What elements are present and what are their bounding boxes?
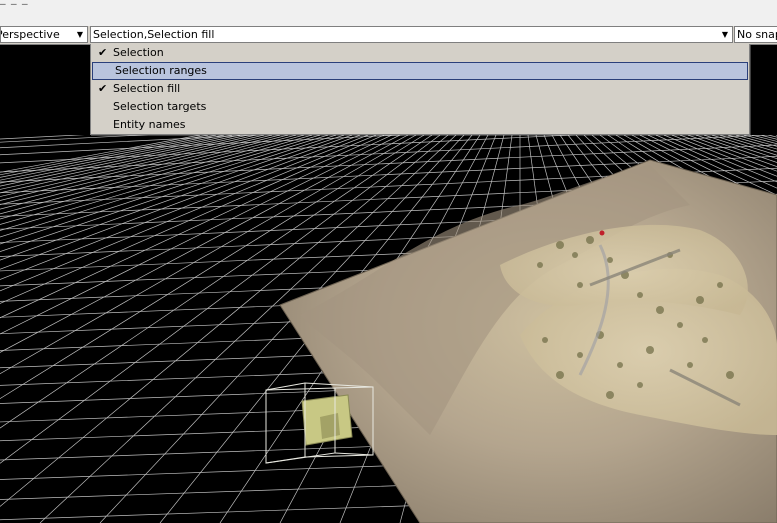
dropdown-item-label: Selection	[113, 46, 164, 59]
chevron-down-icon[interactable]: ▼	[722, 27, 728, 42]
window-title-bar: _ _ _	[0, 0, 777, 27]
display-options-dropdown: ✔ Selection Selection ranges ✔ Selection…	[90, 44, 750, 135]
grid-line	[0, 135, 329, 238]
dropdown-item-selection-ranges[interactable]: Selection ranges	[92, 62, 748, 80]
terrain-mesh[interactable]	[279, 159, 777, 523]
display-options-combo[interactable]: Selection,Selection fill ▼	[90, 26, 733, 43]
snapping-combo[interactable]: No snapping	[734, 26, 777, 43]
dropdown-item-label: Entity names	[113, 118, 186, 131]
dropdown-item-selection-targets[interactable]: Selection targets	[91, 98, 749, 116]
dropdown-item-label: Selection ranges	[115, 64, 207, 77]
grid-line	[0, 135, 345, 253]
3d-viewport[interactable]	[0, 135, 777, 523]
view-mode-combo[interactable]: Perspective ▼	[0, 26, 88, 43]
grid-line	[0, 135, 265, 197]
grid-line	[0, 135, 257, 194]
dropdown-item-entity-names[interactable]: Entity names	[91, 116, 749, 134]
dropdown-item-selection-fill[interactable]: ✔ Selection fill	[91, 80, 749, 98]
grid-line	[0, 135, 321, 231]
dropdown-item-label: Selection targets	[113, 100, 207, 113]
title-cut-glyphs: _ _ _	[0, 0, 29, 5]
snapping-value: No snapping	[737, 28, 777, 41]
dropdown-item-label: Selection fill	[113, 82, 181, 95]
viewport-scene	[0, 135, 777, 523]
view-mode-value: Perspective	[0, 28, 60, 41]
check-icon: ✔	[98, 82, 108, 95]
view-toolbar: Perspective ▼ Selection,Selection fill ▼…	[0, 26, 777, 45]
display-options-value: Selection,Selection fill	[93, 28, 215, 41]
chevron-down-icon[interactable]: ▼	[77, 27, 83, 42]
marker-entity[interactable]	[599, 230, 605, 236]
dropdown-item-selection[interactable]: ✔ Selection	[91, 44, 749, 62]
check-icon: ✔	[98, 46, 108, 59]
